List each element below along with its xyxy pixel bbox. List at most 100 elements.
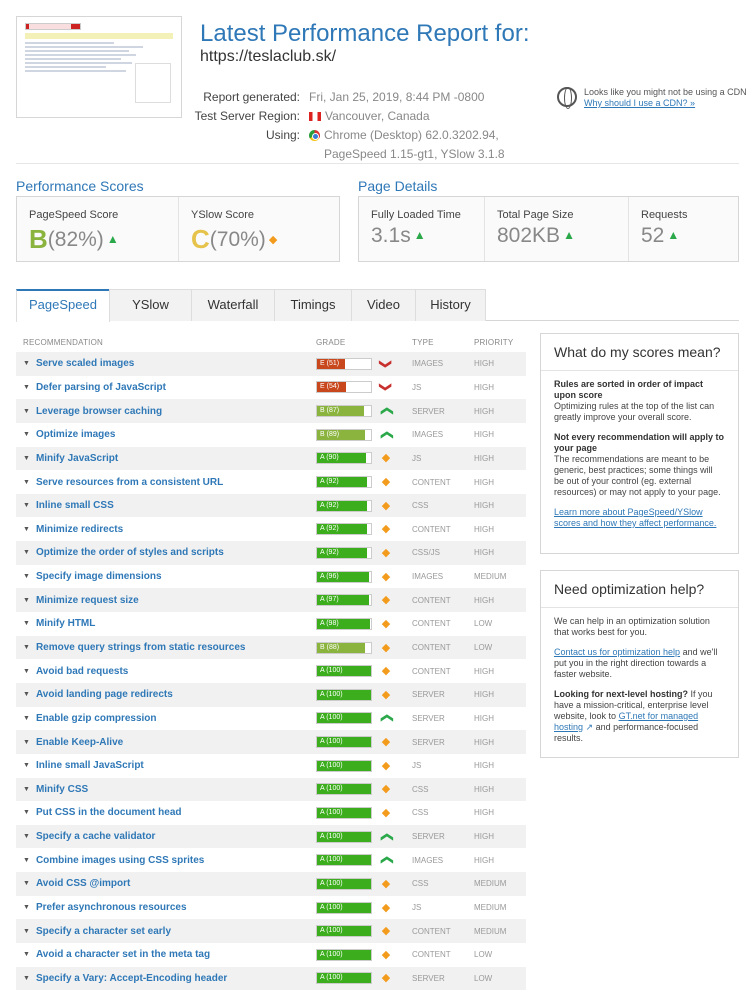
recommendation-name[interactable]: Serve scaled images [36,358,134,369]
expand-caret-icon[interactable]: ▼ [23,715,30,722]
recommendation-name[interactable]: Remove query strings from static resourc… [36,642,246,653]
recommendation-cell[interactable]: ▼ Defer parsing of JavaScript [16,382,316,393]
table-row[interactable]: ▼ Serve resources from a consistent URL A … [16,470,526,494]
tab-history[interactable]: History [415,289,486,321]
learn-more-link[interactable]: Learn more about PageSpeed/YSlow scores … [554,507,716,528]
recommendation-name[interactable]: Minimize request size [36,595,139,606]
expand-caret-icon[interactable]: ▼ [23,431,30,438]
tab-waterfall[interactable]: Waterfall [191,289,275,321]
recommendation-cell[interactable]: ▼ Put CSS in the document head [16,807,316,818]
table-row[interactable]: ▼ Avoid bad requests A (100) ◆ CONTENT HIGH [16,659,526,683]
tab-pagespeed[interactable]: PageSpeed [16,289,110,322]
recommendation-cell[interactable]: ▼ Minify JavaScript [16,453,316,464]
recommendation-cell[interactable]: ▼ Specify image dimensions [16,571,316,582]
expand-caret-icon[interactable]: ▼ [23,455,30,462]
table-row[interactable]: ▼ Specify a character set early A (100) ◆ CO… [16,919,526,944]
recommendation-cell[interactable]: ▼ Optimize the order of styles and script… [16,547,316,558]
recommendation-name[interactable]: Optimize the order of styles and scripts [36,547,224,558]
recommendation-cell[interactable]: ▼ Optimize images [16,429,316,440]
expand-caret-icon[interactable]: ▼ [23,928,30,935]
table-row[interactable]: ▼ Defer parsing of JavaScript E (54) ❯ JS HIG… [16,376,526,400]
recommendation-cell[interactable]: ▼ Avoid landing page redirects [16,689,316,700]
recommendation-name[interactable]: Minify JavaScript [36,453,118,464]
recommendation-name[interactable]: Put CSS in the document head [36,807,182,818]
recommendation-cell[interactable]: ▼ Remove query strings from static resour… [16,642,316,653]
recommendation-name[interactable]: Optimize images [36,429,115,440]
recommendation-name[interactable]: Inline small CSS [36,500,114,511]
table-row[interactable]: ▼ Specify a Vary: Accept-Encoding header A… [16,966,526,991]
recommendation-name[interactable]: Inline small JavaScript [36,760,144,771]
recommendation-name[interactable]: Avoid a character set in the meta tag [36,949,210,960]
recommendation-cell[interactable]: ▼ Avoid a character set in the meta tag [16,949,316,960]
expand-caret-icon[interactable]: ▼ [23,408,30,415]
expand-caret-icon[interactable]: ▼ [23,857,30,864]
expand-caret-icon[interactable]: ▼ [23,809,30,816]
expand-caret-icon[interactable]: ▼ [23,573,30,580]
recommendation-name[interactable]: Specify a character set early [36,926,171,937]
expand-caret-icon[interactable]: ▼ [23,360,30,367]
table-row[interactable]: ▼ Inline small JavaScript A (100) ◆ JS HIGH [16,754,526,778]
recommendation-name[interactable]: Minify CSS [36,784,88,795]
recommendation-cell[interactable]: ▼ Minimize request size [16,595,316,606]
recommendation-cell[interactable]: ▼ Enable Keep-Alive [16,737,316,748]
tab-video[interactable]: Video [351,289,416,321]
recommendation-name[interactable]: Enable Keep-Alive [36,737,123,748]
expand-caret-icon[interactable]: ▼ [23,644,30,651]
recommendation-cell[interactable]: ▼ Avoid CSS @import [16,878,316,889]
table-row[interactable]: ▼ Specify a cache validator A (100) ❯ SERVER… [16,824,526,849]
table-row[interactable]: ▼ Put CSS in the document head A (100) ◆ CSS… [16,801,526,825]
expand-caret-icon[interactable]: ▼ [23,526,30,533]
recommendation-name[interactable]: Specify a Vary: Accept-Encoding header [36,973,227,984]
table-row[interactable]: ▼ Serve scaled images E (51) ❯ IMAGES HIGH [16,352,526,376]
recommendation-name[interactable]: Defer parsing of JavaScript [36,382,166,393]
table-row[interactable]: ▼ Minify CSS A (100) ◆ CSS HIGH [16,777,526,802]
expand-caret-icon[interactable]: ▼ [23,833,30,840]
recommendation-name[interactable]: Leverage browser caching [36,406,162,417]
recommendation-cell[interactable]: ▼ Serve resources from a consistent URL [16,477,316,488]
expand-caret-icon[interactable]: ▼ [23,597,30,604]
table-row[interactable]: ▼ Remove query strings from static resour… [16,635,526,660]
recommendation-cell[interactable]: ▼ Prefer asynchronous resources [16,902,316,913]
table-row[interactable]: ▼ Avoid CSS @import A (100) ◆ CSS MEDIUM [16,872,526,896]
table-row[interactable]: ▼ Minify HTML A (98) ◆ CONTENT LOW [16,612,526,636]
recommendation-cell[interactable]: ▼ Inline small CSS [16,500,316,511]
expand-caret-icon[interactable]: ▼ [23,691,30,698]
expand-caret-icon[interactable]: ▼ [23,880,30,887]
table-row[interactable]: ▼ Minimize request size A (97) ◆ CONTENT HIGH [16,588,526,613]
table-row[interactable]: ▼ Enable Keep-Alive A (100) ◆ SERVER HIGH [16,730,526,754]
table-row[interactable]: ▼ Inline small CSS A (92) ◆ CSS HIGH [16,493,526,518]
table-row[interactable]: ▼ Prefer asynchronous resources A (100) ◆ JS… [16,896,526,920]
table-row[interactable]: ▼ Minimize redirects A (92) ◆ CONTENT HIGH [16,517,526,541]
recommendation-name[interactable]: Specify image dimensions [36,571,162,582]
table-row[interactable]: ▼ Avoid a character set in the meta tag A … [16,943,526,967]
table-row[interactable]: ▼ Enable gzip compression A (100) ❯ SERVER HI… [16,707,526,731]
recommendation-name[interactable]: Combine images using CSS sprites [36,855,204,866]
recommendation-name[interactable]: Enable gzip compression [36,713,157,724]
tab-timings[interactable]: Timings [274,289,352,321]
expand-caret-icon[interactable]: ▼ [23,620,30,627]
cdn-link[interactable]: Why should I use a CDN? » [584,98,695,108]
recommendation-cell[interactable]: ▼ Avoid bad requests [16,666,316,677]
table-row[interactable]: ▼ Avoid landing page redirects A (100) ◆ SER… [16,682,526,707]
recommendation-name[interactable]: Avoid CSS @import [36,878,130,889]
expand-caret-icon[interactable]: ▼ [23,951,30,958]
recommendation-name[interactable]: Avoid landing page redirects [36,689,173,700]
recommendation-name[interactable]: Minimize redirects [36,524,123,535]
recommendation-cell[interactable]: ▼ Specify a character set early [16,926,316,937]
recommendation-cell[interactable]: ▼ Minify HTML [16,618,316,629]
expand-caret-icon[interactable]: ▼ [23,762,30,769]
expand-caret-icon[interactable]: ▼ [23,668,30,675]
contact-link[interactable]: Contact us for optimization help [554,647,680,657]
expand-caret-icon[interactable]: ▼ [23,479,30,486]
recommendation-name[interactable]: Avoid bad requests [36,666,128,677]
recommendation-name[interactable]: Serve resources from a consistent URL [36,477,223,488]
expand-caret-icon[interactable]: ▼ [23,549,30,556]
table-row[interactable]: ▼ Optimize the order of styles and script… [16,541,526,565]
recommendation-cell[interactable]: ▼ Leverage browser caching [16,406,316,417]
table-row[interactable]: ▼ Specify image dimensions A (96) ◆ IMAGES ME… [16,565,526,589]
expand-caret-icon[interactable]: ▼ [23,904,30,911]
expand-caret-icon[interactable]: ▼ [23,739,30,746]
table-row[interactable]: ▼ Leverage browser caching B (87) ❯ SERVER HI… [16,399,526,423]
recommendation-name[interactable]: Prefer asynchronous resources [36,902,187,913]
recommendation-name[interactable]: Specify a cache validator [36,831,156,842]
